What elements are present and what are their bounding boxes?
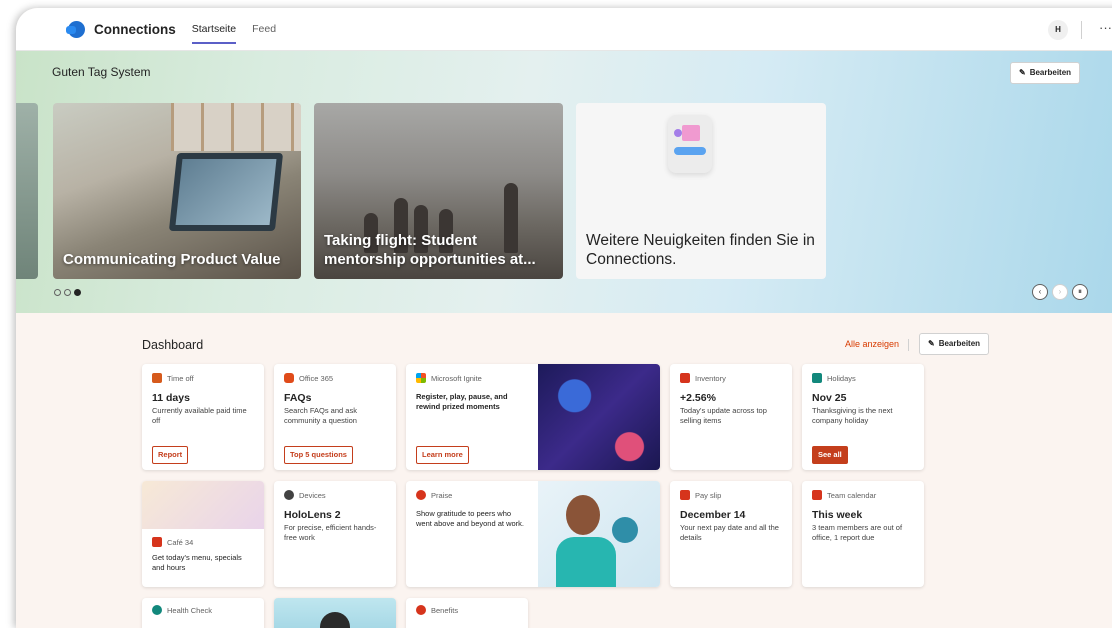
learn-more-button[interactable]: Learn more bbox=[416, 446, 469, 464]
card-value: 11 days bbox=[152, 392, 190, 404]
tab-feed[interactable]: Feed bbox=[252, 8, 276, 50]
cafe-icon bbox=[152, 537, 162, 547]
card-pay-slip[interactable]: Pay slip December 14 Your next pay date … bbox=[670, 481, 792, 587]
office-icon bbox=[284, 373, 294, 383]
avatar[interactable]: H bbox=[1048, 20, 1068, 40]
carousel-dot[interactable] bbox=[54, 289, 61, 296]
card-app-name: Holidays bbox=[827, 373, 856, 383]
app-window: Connections Startseite Feed H ··· Guten … bbox=[16, 8, 1112, 628]
shelf-image bbox=[171, 103, 301, 151]
report-button[interactable]: Report bbox=[152, 446, 189, 464]
card-description: Get today's menu, specials and hours bbox=[152, 553, 242, 572]
card-description: Show gratitude to peers who went above a… bbox=[416, 509, 524, 528]
pause-icon[interactable]: ⏸ bbox=[1072, 284, 1088, 300]
card-app-name: Microsoft Ignite bbox=[431, 373, 482, 383]
hololens-icon bbox=[284, 490, 294, 500]
praise-artwork bbox=[538, 481, 660, 587]
carousel-dots bbox=[54, 289, 81, 296]
inventory-icon bbox=[680, 373, 690, 383]
card-cafe-34[interactable]: Café 34 Get today's menu, specials and h… bbox=[142, 481, 264, 587]
card-app-name: Pay slip bbox=[695, 490, 722, 500]
pencil-icon: ✎ bbox=[928, 339, 935, 348]
card-app-name: Team calendar bbox=[827, 490, 877, 500]
news-card-3[interactable]: Weitere Neuigkeiten finden Sie in Connec… bbox=[576, 103, 826, 279]
card-benefits[interactable]: Benefits bbox=[406, 598, 528, 628]
card-description: Thanksgiving is the next company holiday bbox=[812, 406, 893, 425]
card-app-name: Café 34 bbox=[167, 537, 194, 547]
divider bbox=[1081, 21, 1082, 39]
app-device-icon bbox=[668, 115, 712, 173]
dashboard-edit-button[interactable]: ✎ Bearbeiten bbox=[919, 333, 990, 355]
card-value: December 14 bbox=[680, 509, 746, 521]
divider bbox=[908, 339, 909, 351]
top-questions-button[interactable]: Top 5 questions bbox=[284, 446, 353, 464]
see-all-button[interactable]: See all bbox=[812, 446, 848, 464]
microsoft-icon bbox=[416, 373, 426, 383]
news-card-1[interactable]: Communicating Product Value bbox=[53, 103, 301, 279]
card-description: Your next pay date and all the details bbox=[680, 523, 779, 542]
news-title-2: Taking flight: Student mentorship opport… bbox=[324, 232, 536, 268]
news-card-2[interactable]: Taking flight: Student mentorship opport… bbox=[314, 103, 563, 279]
card-image-tile[interactable] bbox=[274, 598, 396, 628]
pencil-icon: ✎ bbox=[1019, 68, 1026, 77]
card-app-name: Inventory bbox=[695, 373, 726, 383]
news-title-1: Communicating Product Value bbox=[63, 251, 281, 268]
card-office-365[interactable]: Office 365 FAQs Search FAQs and ask comm… bbox=[274, 364, 396, 470]
card-value: This week bbox=[812, 509, 863, 521]
person-artwork bbox=[320, 612, 350, 628]
calendar-icon bbox=[812, 373, 822, 383]
see-all-link[interactable]: Alle anzeigen bbox=[845, 339, 899, 349]
card-microsoft-ignite[interactable]: Microsoft Ignite Register, play, pause, … bbox=[406, 364, 660, 470]
carousel-dot-active[interactable] bbox=[74, 289, 81, 296]
tab-startseite[interactable]: Startseite bbox=[191, 8, 237, 50]
card-value: +2.56% bbox=[680, 392, 716, 404]
team-calendar-icon bbox=[812, 490, 822, 500]
card-app-name: Office 365 bbox=[299, 373, 334, 383]
previous-icon[interactable]: ‹ bbox=[1032, 284, 1048, 300]
news-card-peek[interactable] bbox=[16, 103, 38, 279]
card-app-name: Praise bbox=[431, 490, 453, 500]
person-icon bbox=[152, 373, 162, 383]
news-title-3: Weitere Neuigkeiten finden Sie in Connec… bbox=[586, 232, 815, 268]
card-description: Currently available paid time off bbox=[152, 406, 247, 425]
card-time-off[interactable]: Time off 11 days Currently available pai… bbox=[142, 364, 264, 470]
card-devices[interactable]: Devices HoloLens 2 For precise, efficien… bbox=[274, 481, 396, 587]
card-holidays[interactable]: Holidays Nov 25 Thanksgiving is the next… bbox=[802, 364, 924, 470]
card-description: For precise, efficient hands-free work bbox=[284, 523, 377, 542]
card-health-check[interactable]: Health Check bbox=[142, 598, 264, 628]
card-description: 3 team members are out of office, 1 repo… bbox=[812, 523, 903, 542]
more-options-icon[interactable]: ··· bbox=[1099, 20, 1112, 35]
card-description: Today's update across top selling items bbox=[680, 406, 767, 425]
card-description: Search FAQs and ask community a question bbox=[284, 406, 357, 425]
card-value: FAQs bbox=[284, 392, 312, 404]
cafe-artwork bbox=[142, 481, 264, 529]
card-app-name: Time off bbox=[167, 373, 194, 383]
praise-icon bbox=[416, 490, 426, 500]
pay-slip-icon bbox=[680, 490, 690, 500]
card-team-calendar[interactable]: Team calendar This week 3 team members a… bbox=[802, 481, 924, 587]
card-praise[interactable]: Praise Show gratitude to peers who went … bbox=[406, 481, 660, 587]
top-bar: Connections Startseite Feed H ··· bbox=[16, 8, 1112, 51]
hero-edit-button[interactable]: ✎ Bearbeiten bbox=[1010, 62, 1081, 84]
card-description: Register, play, pause, and rewind prized… bbox=[416, 392, 508, 411]
carousel-dot[interactable] bbox=[64, 289, 71, 296]
card-inventory[interactable]: Inventory +2.56% Today's update across t… bbox=[670, 364, 792, 470]
laptop-image bbox=[168, 153, 284, 231]
hero-edit-label: Bearbeiten bbox=[1029, 68, 1072, 77]
next-icon[interactable]: › bbox=[1052, 284, 1068, 300]
app-title: Connections bbox=[94, 21, 176, 37]
dashboard-edit-label: Bearbeiten bbox=[938, 339, 981, 348]
connections-logo-icon bbox=[66, 19, 86, 39]
greeting: Guten Tag System bbox=[52, 65, 151, 79]
card-value: Nov 25 bbox=[812, 392, 847, 404]
dashboard-title: Dashboard bbox=[142, 338, 204, 352]
card-value: HoloLens 2 bbox=[284, 509, 341, 521]
hero-section: Guten Tag System ✎ Bearbeiten Communicat… bbox=[16, 51, 1112, 313]
card-app-name: Benefits bbox=[431, 605, 459, 615]
card-app-name: Health Check bbox=[167, 605, 213, 615]
card-app-name: Devices bbox=[299, 490, 326, 500]
ignite-artwork bbox=[538, 364, 660, 470]
